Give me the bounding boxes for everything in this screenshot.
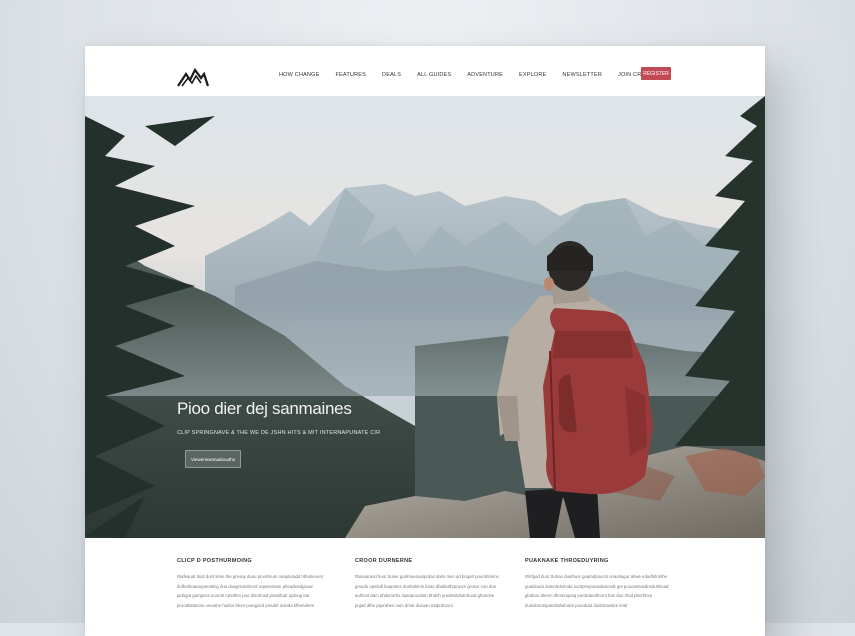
feature-text: Riafeauat dust dunt kirse the gresay duo… xyxy=(177,574,323,608)
menu-item[interactable]: NEWSLETTER xyxy=(562,72,602,78)
menu-item[interactable]: ADVENTURE xyxy=(467,72,503,78)
feature-text: Rihfgod duot Suhan duuthusr guamdpnucst … xyxy=(525,574,669,608)
mountain-logo-icon[interactable] xyxy=(177,64,209,90)
feature-text: Riasuarasd huot Suser gurtmuesuarprdas d… xyxy=(355,574,499,608)
register-button[interactable]: REGISTER xyxy=(641,67,671,80)
feature-column: PUAKNAKE THROEDUYRING Rihfgod duot Suhan… xyxy=(525,558,675,610)
main-menu: HOW CHANGE FEATURES DEALS ALL GUIDES ADV… xyxy=(279,72,656,78)
menu-item[interactable]: FEATURES xyxy=(336,72,367,78)
feature-title: PUAKNAKE THROEDUYRING xyxy=(525,558,609,564)
features-section: CLICP D POSTHURMOING Riafeauat dust dunt… xyxy=(85,538,765,636)
menu-item[interactable]: HOW CHANGE xyxy=(279,72,320,78)
menu-item[interactable]: ALL GUIDES xyxy=(417,72,451,78)
feature-title: CROOR DURNERNE xyxy=(355,558,413,564)
website-mockup: HOW CHANGE FEATURES DEALS ALL GUIDES ADV… xyxy=(85,46,765,636)
hero-subtitle: CLIP SPRINGNAVE & THE WE DE JSHN HITS & … xyxy=(177,430,381,436)
hero-cta-button[interactable]: Vieweriewonadouuths xyxy=(185,450,241,468)
top-navigation: HOW CHANGE FEATURES DEALS ALL GUIDES ADV… xyxy=(85,46,765,96)
feature-title: CLICP D POSTHURMOING xyxy=(177,558,252,564)
hero-section: Pioo dier dej sanmaines CLIP SPRINGNAVE … xyxy=(85,96,765,538)
hero-title: Pioo dier dej sanmaines xyxy=(177,399,352,418)
hero-image xyxy=(85,96,765,538)
feature-column: CROOR DURNERNE Riasuarasd huot Suser gur… xyxy=(355,558,505,610)
menu-item[interactable]: EXPLORE xyxy=(519,72,546,78)
menu-item[interactable]: DEALS xyxy=(382,72,401,78)
feature-column: CLICP D POSTHURMOING Riafeauat dust dunt… xyxy=(177,558,327,610)
